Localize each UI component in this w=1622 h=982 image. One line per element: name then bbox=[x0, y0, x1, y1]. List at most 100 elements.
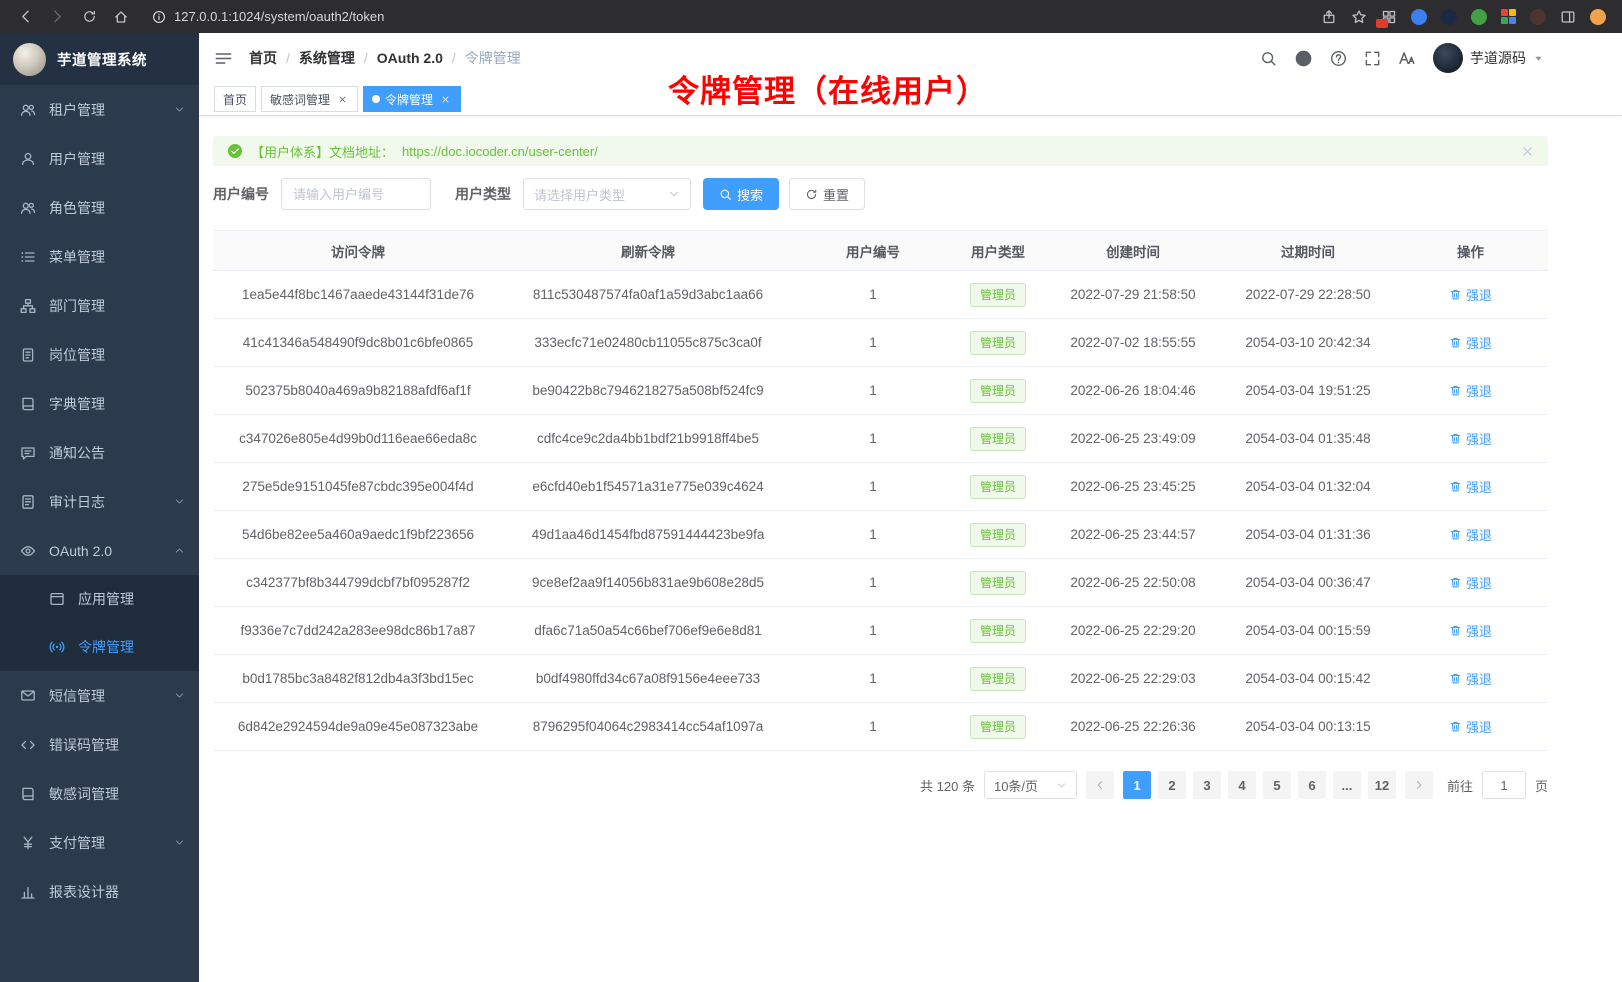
user-id-input[interactable] bbox=[281, 178, 431, 210]
app-logo[interactable]: 芋道管理系统 bbox=[0, 33, 199, 85]
sidebar-item-tenant[interactable]: 租户管理 bbox=[0, 85, 199, 134]
sidebar-item-menu[interactable]: 菜单管理 bbox=[0, 232, 199, 281]
search-icon[interactable] bbox=[1260, 50, 1277, 67]
alert-link[interactable]: https://doc.iocoder.cn/user-center/ bbox=[402, 144, 598, 159]
annotation-text: 令牌管理（在线用户） bbox=[668, 66, 988, 111]
reload-icon[interactable] bbox=[76, 5, 102, 29]
pagination-page-2[interactable]: 2 bbox=[1158, 771, 1186, 799]
sidebar-item-dict[interactable]: 字典管理 bbox=[0, 379, 199, 428]
expire-time-cell: 2054-03-04 00:36:47 bbox=[1245, 575, 1370, 590]
tab-token[interactable]: 令牌管理 bbox=[363, 86, 461, 112]
browser-profile-avatar[interactable] bbox=[1590, 9, 1606, 25]
pagination-page-12[interactable]: 12 bbox=[1368, 771, 1396, 799]
reset-button[interactable]: 重置 bbox=[789, 178, 865, 210]
tab-sensitive-word[interactable]: 敏感词管理 bbox=[261, 86, 358, 112]
address-bar[interactable]: 127.0.0.1:1024/system/oauth2/token bbox=[152, 9, 384, 24]
pagination-page-3[interactable]: 3 bbox=[1193, 771, 1221, 799]
sidebar-item-notice[interactable]: 通知公告 bbox=[0, 428, 199, 477]
pagination-page-1[interactable]: 1 bbox=[1123, 771, 1151, 799]
home-icon[interactable] bbox=[108, 5, 134, 29]
expire-time-cell: 2054-03-04 00:15:42 bbox=[1245, 671, 1370, 686]
sidebar-item-oauth2-app[interactable]: 应用管理 bbox=[0, 575, 199, 623]
user-type-select[interactable]: 请选择用户类型 bbox=[523, 178, 691, 210]
sidebar-item-pay[interactable]: 支付管理 bbox=[0, 818, 199, 867]
force-logout-button[interactable]: 强退 bbox=[1449, 669, 1492, 688]
tab-close-icon[interactable] bbox=[335, 92, 349, 106]
create-time-cell: 2022-06-25 22:29:20 bbox=[1070, 623, 1195, 638]
bookmark-star-icon[interactable] bbox=[1351, 9, 1367, 25]
pagination-prev[interactable] bbox=[1086, 771, 1114, 799]
sidebar-item-report[interactable]: 报表设计器 bbox=[0, 867, 199, 916]
chevron-left-icon bbox=[1094, 779, 1106, 791]
sidebar-item-sensitive-word[interactable]: 敏感词管理 bbox=[0, 769, 199, 818]
pagination-next[interactable] bbox=[1405, 771, 1433, 799]
sidebar-item-sms[interactable]: 短信管理 bbox=[0, 671, 199, 720]
page-info-icon[interactable] bbox=[152, 10, 166, 24]
caret-down-icon bbox=[1533, 53, 1544, 64]
extension-grid-icon[interactable] bbox=[1381, 9, 1397, 25]
github-icon[interactable] bbox=[1294, 49, 1313, 68]
page-size-select[interactable]: 10条/页 bbox=[984, 771, 1077, 799]
user-menu[interactable]: 芋道源码 bbox=[1433, 43, 1544, 73]
chevron-down-icon bbox=[174, 837, 185, 848]
force-logout-button[interactable]: 强退 bbox=[1449, 525, 1492, 544]
force-logout-button[interactable]: 强退 bbox=[1449, 477, 1492, 496]
force-logout-button[interactable]: 强退 bbox=[1449, 285, 1492, 304]
force-logout-button[interactable]: 强退 bbox=[1449, 717, 1492, 736]
extension-green-icon[interactable] bbox=[1471, 9, 1487, 25]
table-row: c342377bf8b344799dcbf7bf095287f29ce8ef2a… bbox=[213, 559, 1548, 607]
user-type-badge: 管理员 bbox=[970, 379, 1026, 403]
font-size-icon[interactable] bbox=[1398, 49, 1416, 67]
pagination-page-4[interactable]: 4 bbox=[1228, 771, 1256, 799]
colorful-extension-icon[interactable] bbox=[1501, 9, 1516, 24]
collapse-menu-icon[interactable] bbox=[214, 49, 233, 68]
sidebar-item-audit-log[interactable]: 审计日志 bbox=[0, 477, 199, 526]
pagination-page-5[interactable]: 5 bbox=[1263, 771, 1291, 799]
sidebar-item-oauth2[interactable]: OAuth 2.0 bbox=[0, 526, 199, 575]
sidebar-item-role[interactable]: 角色管理 bbox=[0, 183, 199, 232]
create-time-cell: 2022-06-26 18:04:46 bbox=[1070, 383, 1195, 398]
oauth-eye-icon bbox=[19, 542, 36, 559]
help-icon[interactable] bbox=[1330, 50, 1347, 67]
goto-page-input[interactable] bbox=[1482, 771, 1526, 799]
delete-icon bbox=[1449, 720, 1462, 733]
pagination-page-6[interactable]: 6 bbox=[1298, 771, 1326, 799]
alert-close-icon[interactable] bbox=[1521, 145, 1534, 158]
split-view-icon[interactable] bbox=[1560, 9, 1576, 25]
force-logout-button[interactable]: 强退 bbox=[1449, 381, 1492, 400]
pagination-more[interactable]: ... bbox=[1333, 771, 1361, 799]
share-icon[interactable] bbox=[1321, 9, 1337, 25]
force-logout-button[interactable]: 强退 bbox=[1449, 573, 1492, 592]
force-logout-button[interactable]: 强退 bbox=[1449, 333, 1492, 352]
forward-icon[interactable] bbox=[44, 5, 70, 29]
user-name: 芋道源码 bbox=[1470, 48, 1526, 68]
tab-close-icon[interactable] bbox=[438, 92, 452, 106]
extension-blue-icon[interactable] bbox=[1411, 9, 1427, 25]
breadcrumb-item[interactable]: 首页 bbox=[249, 48, 277, 68]
chevron-down-icon bbox=[668, 188, 680, 200]
refresh-token-cell: be90422b8c7946218275a508bf524fc9 bbox=[532, 383, 763, 398]
column-header: 操作 bbox=[1393, 231, 1548, 271]
report-chart-icon bbox=[19, 883, 36, 900]
breadcrumb-item[interactable]: OAuth 2.0 bbox=[377, 50, 443, 66]
expire-time-cell: 2054-03-04 00:13:15 bbox=[1245, 719, 1370, 734]
back-icon[interactable] bbox=[12, 5, 38, 29]
sidebar-item-dept[interactable]: 部门管理 bbox=[0, 281, 199, 330]
sidebar-item-post[interactable]: 岗位管理 bbox=[0, 330, 199, 379]
tab-home[interactable]: 首页 bbox=[214, 86, 256, 112]
delete-icon bbox=[1449, 672, 1462, 685]
access-token-cell: f9336e7c7dd242a283ee98dc86b17a87 bbox=[241, 623, 476, 638]
force-logout-button[interactable]: 强退 bbox=[1449, 621, 1492, 640]
sidebar-item-user[interactable]: 用户管理 bbox=[0, 134, 199, 183]
fullscreen-icon[interactable] bbox=[1364, 50, 1381, 67]
search-icon bbox=[719, 188, 732, 201]
search-button[interactable]: 搜索 bbox=[703, 178, 779, 210]
user-id-cell: 1 bbox=[869, 287, 877, 302]
sidebar-item-error-code[interactable]: 错误码管理 bbox=[0, 720, 199, 769]
extension-dark-icon[interactable] bbox=[1441, 9, 1457, 25]
paw-extension-icon[interactable] bbox=[1530, 9, 1546, 25]
breadcrumb-item[interactable]: 系统管理 bbox=[299, 48, 355, 68]
sidebar-item-oauth2-token[interactable]: 令牌管理 bbox=[0, 623, 199, 671]
create-time-cell: 2022-06-25 23:49:09 bbox=[1070, 431, 1195, 446]
force-logout-button[interactable]: 强退 bbox=[1449, 429, 1492, 448]
